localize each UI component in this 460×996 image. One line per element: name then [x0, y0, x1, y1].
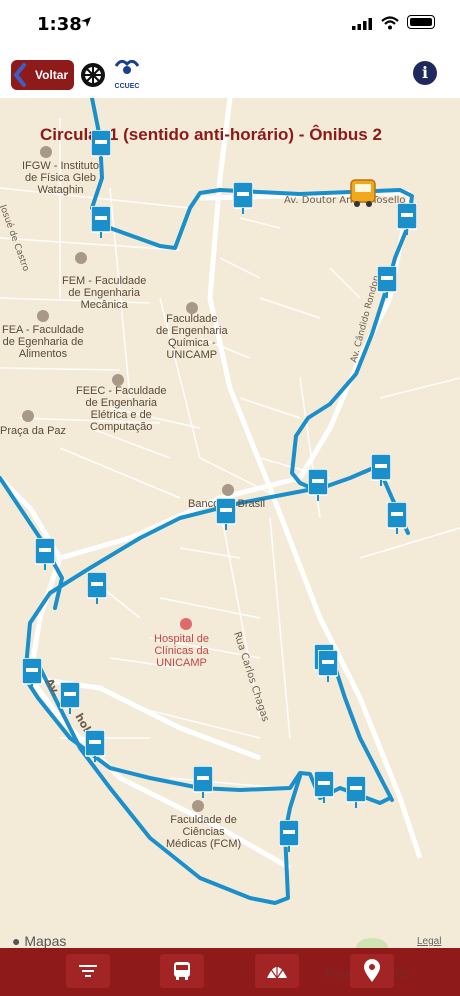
tab-bar: Parque D. Carlos	[0, 948, 460, 996]
bus-stop-marker[interactable]	[376, 265, 398, 298]
bus-stop-marker[interactable]	[313, 770, 335, 803]
bus-stop-icon	[386, 501, 408, 534]
poi-feec: FEEC - Faculdade de Engenharia Elétrica …	[76, 385, 167, 433]
poi-school-icon	[192, 800, 204, 812]
bus-stop-icon	[59, 681, 81, 714]
poi-bank-icon	[222, 484, 234, 496]
bus-stop-icon	[376, 265, 398, 298]
battery-icon	[407, 15, 435, 29]
bus-stop-icon	[307, 468, 329, 501]
bus-stop-marker[interactable]	[86, 571, 108, 604]
back-button[interactable]: Voltar	[11, 60, 74, 90]
poi-fem: FEM - Faculdade de Engenharia Mecânica	[62, 275, 147, 311]
bus-stop-marker[interactable]	[386, 501, 408, 534]
map-attribution: ● Mapas	[12, 933, 66, 948]
bus-stop-icon	[34, 537, 56, 570]
bus-stop-marker[interactable]	[215, 497, 237, 530]
bus-stop-icon	[396, 202, 418, 235]
bus-stop-marker[interactable]	[59, 681, 81, 714]
bus-stop-icon	[370, 453, 392, 486]
info-button[interactable]: i	[413, 61, 437, 85]
bus-stop-icon	[21, 657, 43, 690]
wifi-icon	[381, 16, 399, 30]
bus-stop-marker[interactable]	[34, 537, 56, 570]
filter-icon	[79, 965, 97, 977]
bus-stop-icon	[215, 497, 237, 530]
bus-location-icon[interactable]	[349, 178, 377, 208]
poi-school-icon	[75, 252, 87, 264]
poi-hospital-icon	[180, 618, 192, 630]
bus-stop-icon	[232, 181, 254, 214]
chevron-left-icon	[13, 63, 26, 87]
bus-stop-icon	[313, 770, 335, 803]
status-bar: 1:38	[0, 0, 460, 50]
tab-filter[interactable]	[66, 954, 110, 988]
bus-stop-icon	[278, 819, 300, 852]
bus-stop-icon	[345, 775, 367, 808]
street-label-carlos-chagas: Rua Carlos Chagas	[231, 631, 270, 724]
location-pin-icon	[364, 959, 380, 982]
poi-ifgw: IFGW - Instituto de Física Gleb Wataghin	[22, 160, 100, 196]
poi-fea: FEA - Faculdade de Egenharia de Alimento…	[2, 324, 84, 360]
bus-stop-icon	[86, 571, 108, 604]
back-button-label: Voltar	[35, 68, 69, 82]
street-label-doutor: Av. Doutor André Tosello	[284, 194, 406, 206]
poi-school-icon	[40, 146, 52, 158]
bus-stop-icon	[84, 729, 106, 762]
bus-stop-marker[interactable]	[192, 765, 214, 798]
status-time: 1:38	[37, 14, 82, 35]
ccuec-logo-text: CCUEC	[114, 83, 140, 90]
tab-bus[interactable]	[160, 954, 204, 988]
bus-stop-marker[interactable]	[345, 775, 367, 808]
ccuec-logo: CCUEC	[112, 56, 142, 92]
bus-stop-marker[interactable]	[90, 205, 112, 238]
bus-stop-marker[interactable]	[307, 468, 329, 501]
bus-icon	[174, 962, 190, 980]
poi-praca: Praça da Paz	[0, 425, 67, 437]
bus-stop-marker[interactable]	[278, 819, 300, 852]
location-arrow-icon	[81, 17, 91, 27]
ccuec-logo-icon	[114, 59, 140, 74]
bus-stop-marker[interactable]	[232, 181, 254, 214]
tab-location[interactable]	[350, 954, 394, 988]
bus-stop-marker[interactable]	[396, 202, 418, 235]
poi-school-icon	[37, 310, 49, 322]
legal-link[interactable]: Legal	[417, 936, 441, 947]
poi-fcm: Faculdade de Ciências Médicas (FCM)	[166, 814, 242, 850]
apple-logo-icon: ●	[12, 933, 21, 948]
tab-shell[interactable]	[255, 954, 299, 988]
bus-stop-marker[interactable]	[90, 129, 112, 162]
bus-stop-icon	[90, 205, 112, 238]
bus-stop-marker[interactable]	[317, 649, 339, 682]
poi-feq: Faculdade de Engenharia Química - UNICAM…	[156, 313, 228, 361]
bus-stop-marker[interactable]	[84, 729, 106, 762]
poi-hospital: Hospital de Clínicas da UNICAMP	[154, 633, 210, 669]
bus-stop-icon	[317, 649, 339, 682]
map-attribution-text: Mapas	[24, 933, 67, 948]
bus-stop-icon	[192, 765, 214, 798]
poi-park-icon	[22, 410, 34, 422]
unicamp-logo-icon	[81, 63, 105, 87]
signal-icon	[352, 18, 372, 30]
map-view[interactable]: Av. Doutor André Tosello Av. Cândido Ron…	[0, 98, 460, 948]
bus-stop-marker[interactable]	[370, 453, 392, 486]
bus-stop-icon	[90, 129, 112, 162]
shell-icon	[267, 963, 287, 979]
bus-stop-marker[interactable]	[21, 657, 43, 690]
